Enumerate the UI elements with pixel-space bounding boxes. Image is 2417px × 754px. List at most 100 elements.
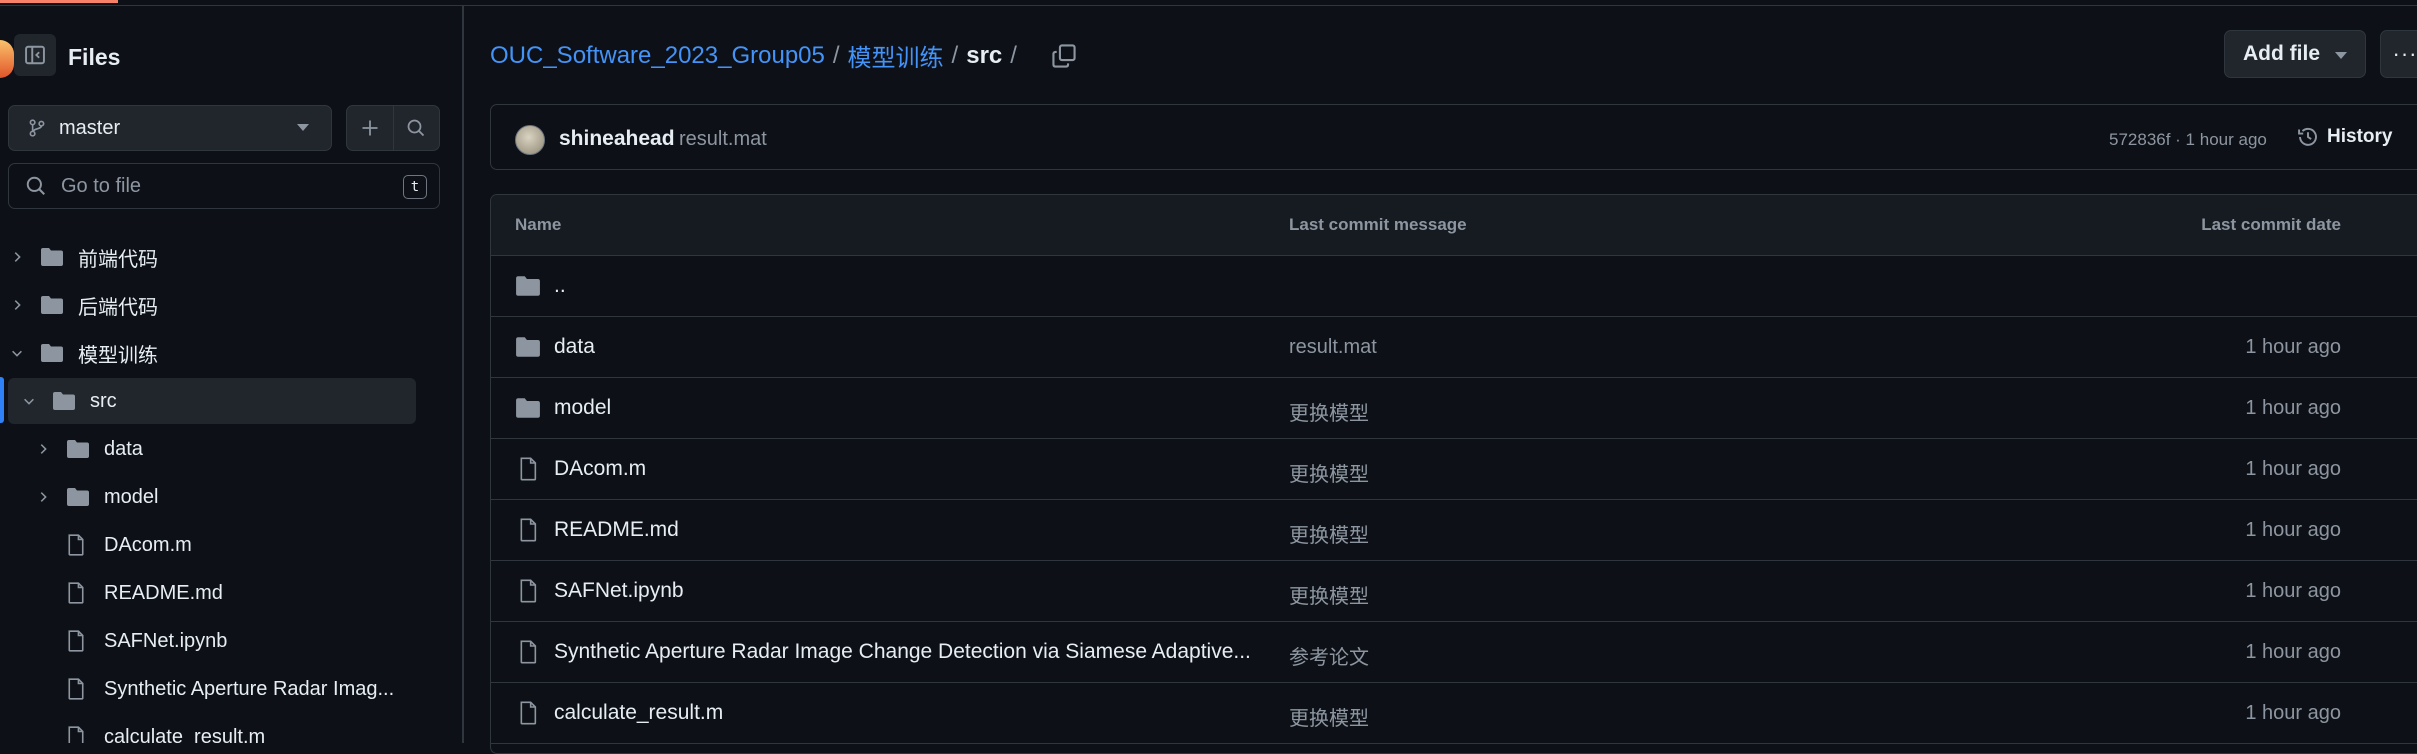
tree-item-safnet[interactable]: SAFNet.ipynb xyxy=(66,618,446,664)
tree-item-backend[interactable]: 后端代码 xyxy=(10,282,454,328)
history-label: History xyxy=(2327,126,2393,147)
history-icon xyxy=(2298,127,2317,146)
chevron-down-icon xyxy=(2335,52,2347,59)
commit-message-link[interactable]: 参考论文 xyxy=(1289,641,1369,670)
copy-icon xyxy=(1052,43,1076,68)
commit-hash-time[interactable]: 572836f · 1 hour ago xyxy=(2109,130,2267,150)
go-to-file-placeholder: Go to file xyxy=(61,174,142,197)
collapse-sidebar-button[interactable] xyxy=(14,34,56,76)
parent-directory-link[interactable]: .. xyxy=(554,274,566,298)
commit-message-link[interactable]: 更换模型 xyxy=(1289,519,1369,548)
breadcrumb-separator: / xyxy=(951,41,959,69)
table-row[interactable]: Synthetic Aperture Radar Image Change De… xyxy=(491,622,2417,683)
table-row[interactable]: SAFNet.ipynb 更换模型 1 hour ago xyxy=(491,561,2417,622)
breadcrumb: OUC_Software_2023_Group05 / 模型训练 / src / xyxy=(490,38,1077,73)
chevron-right-icon xyxy=(10,250,24,264)
tree-item-label: data xyxy=(104,437,143,460)
commit-message[interactable]: result.mat xyxy=(679,128,767,151)
tree-item-frontend[interactable]: 前端代码 xyxy=(10,234,454,280)
file-icon xyxy=(520,579,537,603)
file-icon xyxy=(520,640,537,664)
table-row[interactable]: README.md 更换模型 1 hour ago xyxy=(491,500,2417,561)
keyboard-shortcut-hint: t xyxy=(403,175,427,199)
table-row[interactable]: model 更换模型 1 hour ago xyxy=(491,378,2417,439)
file-name-link[interactable]: SAFNet.ipynb xyxy=(554,579,684,603)
go-to-file-input[interactable]: Go to file t xyxy=(8,163,440,209)
file-name-link[interactable]: data xyxy=(554,335,595,359)
tree-item-paper[interactable]: Synthetic Aperture Radar Imag... xyxy=(66,666,446,712)
breadcrumb-separator: / xyxy=(1010,41,1017,69)
commit-message-link[interactable]: 更换模型 xyxy=(1289,397,1369,426)
table-row[interactable]: calculate_result.m 更换模型 1 hour ago xyxy=(491,683,2417,744)
copy-path-button[interactable] xyxy=(1051,43,1077,69)
latest-commit-bar: shineahead result.mat 572836f · 1 hour a… xyxy=(490,104,2417,170)
file-name-link[interactable]: model xyxy=(554,396,611,420)
file-icon xyxy=(520,457,537,481)
sidebar-actions xyxy=(346,105,440,151)
chevron-right-icon xyxy=(36,490,50,504)
git-branch-icon xyxy=(29,119,45,137)
commit-message-link[interactable]: 更换模型 xyxy=(1289,702,1369,731)
branch-selector[interactable]: master xyxy=(8,105,332,151)
folder-icon xyxy=(66,438,92,460)
file-tree-sidebar: Files master Go to file t 前端代码 后端代码 模型训练… xyxy=(0,6,464,743)
breadcrumb-folder-link[interactable]: 模型训练 xyxy=(848,38,944,73)
tree-item-model-training[interactable]: 模型训练 xyxy=(10,330,454,376)
search-button[interactable] xyxy=(392,106,439,150)
folder-open-icon xyxy=(40,342,66,364)
add-file-dropdown[interactable]: Add file xyxy=(2224,30,2366,78)
commit-message-link[interactable]: result.mat xyxy=(1289,336,1377,359)
search-icon xyxy=(408,119,425,137)
tree-item-calculate[interactable]: calculate_result.m xyxy=(66,714,446,743)
selection-indicator xyxy=(0,377,4,423)
file-name-link[interactable]: calculate_result.m xyxy=(554,701,723,725)
tree-item-label: 前端代码 xyxy=(78,248,158,271)
tree-item-label: 模型训练 xyxy=(78,344,158,367)
add-file-label: Add file xyxy=(2243,42,2320,65)
tree-item-label: Synthetic Aperture Radar Imag... xyxy=(104,677,395,700)
commit-author[interactable]: shineahead xyxy=(559,127,675,151)
avatar[interactable] xyxy=(515,125,545,155)
tree-item-readme[interactable]: README.md xyxy=(66,570,446,616)
file-icon xyxy=(66,582,92,604)
commit-message-link[interactable]: 更换模型 xyxy=(1289,458,1369,487)
commit-date: 1 hour ago xyxy=(2245,702,2341,724)
tree-item-model[interactable]: model xyxy=(36,474,446,520)
column-header-message: Last commit message xyxy=(1289,215,1467,234)
breadcrumb-repo-link[interactable]: OUC_Software_2023_Group05 xyxy=(490,42,825,70)
column-header-name: Name xyxy=(515,215,562,234)
folder-icon xyxy=(516,337,540,357)
table-row[interactable]: data result.mat 1 hour ago xyxy=(491,317,2417,378)
folder-icon xyxy=(40,294,66,316)
more-options-button[interactable]: ··· xyxy=(2380,30,2417,78)
commit-date: 1 hour ago xyxy=(2245,580,2341,602)
add-file-button[interactable] xyxy=(347,106,393,150)
file-icon xyxy=(520,518,537,542)
tree-item-data[interactable]: data xyxy=(36,426,446,472)
chevron-down-icon xyxy=(22,394,36,408)
breadcrumb-current: src xyxy=(966,41,1003,69)
commit-message-link[interactable]: 更换模型 xyxy=(1289,580,1369,609)
avatar-badge xyxy=(0,40,14,78)
file-name-link[interactable]: README.md xyxy=(554,518,679,542)
tree-item-label: src xyxy=(90,389,117,412)
folder-open-icon xyxy=(52,390,78,412)
chevron-right-icon xyxy=(10,298,24,312)
tree-item-dacom[interactable]: DAcom.m xyxy=(66,522,446,568)
chevron-down-icon xyxy=(10,346,24,360)
file-icon xyxy=(66,630,92,652)
tree-item-src[interactable]: src xyxy=(8,378,416,424)
history-button[interactable]: History xyxy=(2297,126,2392,148)
folder-icon xyxy=(66,486,92,508)
table-row-parent[interactable]: .. xyxy=(491,256,2417,317)
sidebar-title: Files xyxy=(68,44,121,70)
file-name-link[interactable]: Synthetic Aperture Radar Image Change De… xyxy=(554,640,1251,664)
commit-date: 1 hour ago xyxy=(2245,641,2341,663)
table-row[interactable]: DAcom.m 更换模型 1 hour ago xyxy=(491,439,2417,500)
tree-item-label: SAFNet.ipynb xyxy=(104,629,228,652)
commit-date: 1 hour ago xyxy=(2245,336,2341,358)
column-header-date: Last commit date xyxy=(2201,215,2341,234)
commit-date: 1 hour ago xyxy=(2245,519,2341,541)
file-table: Name Last commit message Last commit dat… xyxy=(490,194,2417,754)
file-name-link[interactable]: DAcom.m xyxy=(554,457,646,481)
